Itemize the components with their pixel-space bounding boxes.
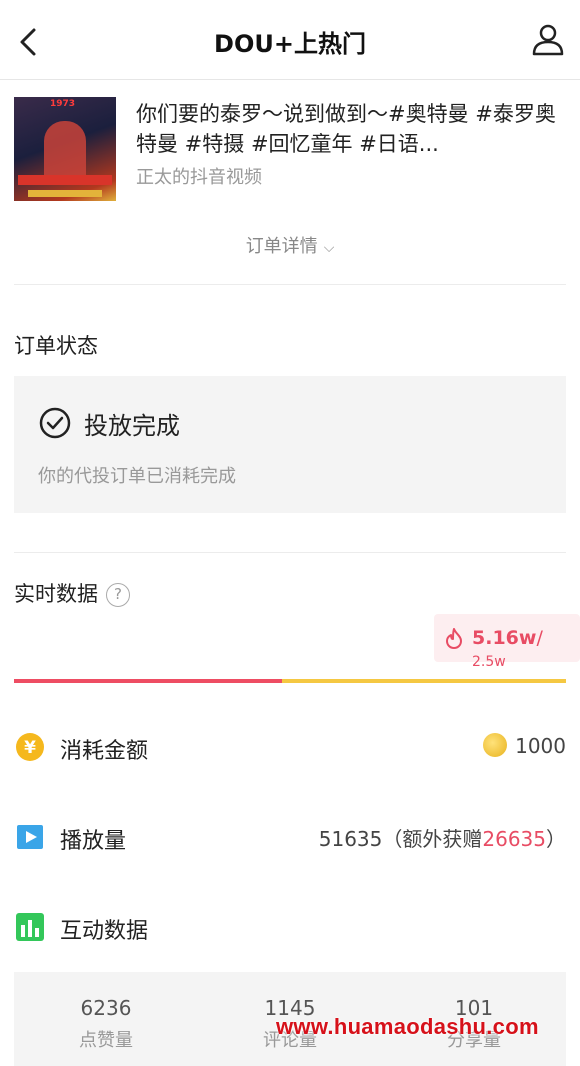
video-card[interactable]: 1973 你们要的泰罗～说到做到～#奥特曼 #泰罗奥特曼 #特摄 #回忆童年 #…: [14, 97, 566, 203]
interaction-row: 互动数据: [14, 907, 566, 947]
order-detail-toggle[interactable]: 订单详情 ⌵: [0, 232, 580, 258]
order-status-label: 订单状态: [14, 334, 98, 358]
progress-bar: [14, 679, 566, 683]
page-title: DOU+上热门: [214, 30, 366, 58]
watermark: www.huamaodashu.com: [276, 1014, 539, 1039]
plays-extra-prefix: （额外获赠: [382, 827, 483, 851]
thumbnail-figure: [44, 121, 86, 183]
coin-icon: [483, 733, 508, 757]
spend-value: 1000: [515, 734, 566, 758]
top-bar: DOU+上热门: [0, 0, 580, 80]
thumbnail-caption: 1973: [50, 99, 76, 109]
current-views: 5.16w: [472, 627, 537, 649]
yen-coin-icon: ¥: [16, 733, 44, 761]
spend-label: 消耗金额: [60, 739, 149, 764]
likes-count: 6236: [80, 996, 132, 1020]
stat-likes: 6236 点赞量: [14, 996, 198, 1052]
svg-text:¥: ¥: [24, 738, 36, 758]
status-description: 你的代投订单已消耗完成: [38, 466, 236, 487]
video-title: 你们要的泰罗～说到做到～#奥特曼 #泰罗奥特曼 #特摄 #回忆童年 #日语...: [136, 102, 556, 156]
progress-badge: 5.16w/ 2.5w: [434, 614, 580, 670]
play-icon: [17, 825, 43, 849]
value-separator: /: [536, 627, 543, 649]
help-icon[interactable]: ?: [106, 583, 130, 607]
realtime-data-header: 实时数据?: [14, 578, 130, 608]
plays-row: 播放量 51635（额外获赠26635）: [14, 817, 566, 857]
interaction-label: 互动数据: [60, 919, 149, 944]
plays-label: 播放量: [60, 829, 127, 854]
progress-bar-fill: [14, 679, 282, 683]
chevron-down-icon: ⌵: [323, 240, 335, 256]
spend-row: ¥ 消耗金额 1000: [14, 727, 566, 767]
thumbnail-band: [18, 175, 112, 185]
thumbnail-band-lower: [28, 190, 102, 197]
flame-icon: [446, 628, 462, 649]
target-views: 2.5w: [472, 654, 506, 670]
plays-value: 51635: [318, 827, 383, 851]
plays-extra-value: 26635: [482, 827, 546, 851]
video-thumbnail[interactable]: 1973: [14, 97, 116, 201]
realtime-data-label: 实时数据: [14, 582, 98, 606]
divider: [14, 552, 566, 553]
order-detail-label: 订单详情: [245, 236, 318, 257]
divider: [14, 284, 566, 285]
order-status-card: 投放完成 你的代投订单已消耗完成: [14, 376, 566, 513]
check-circle-icon: [39, 407, 71, 439]
profile-button[interactable]: [528, 20, 568, 60]
video-author: 正太的抖音视频: [136, 167, 262, 188]
plays-extra-suffix: ）: [546, 827, 566, 851]
likes-label: 点赞量: [79, 1030, 133, 1051]
user-icon: [532, 24, 564, 56]
status-title: 投放完成: [84, 412, 180, 440]
plays-value-wrap: 51635（额外获赠26635）: [319, 823, 566, 852]
bar-chart-icon: [16, 913, 44, 941]
spend-value-wrap: 1000: [483, 733, 566, 758]
